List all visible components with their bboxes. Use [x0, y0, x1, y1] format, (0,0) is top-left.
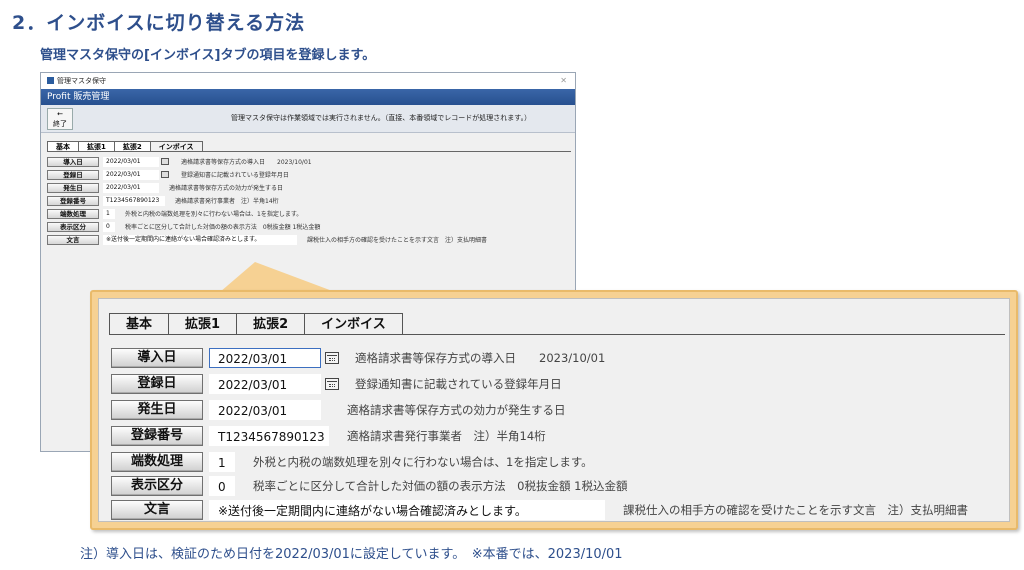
back-arrow-icon: ←	[57, 110, 63, 118]
display-type-input[interactable]: 0	[209, 476, 235, 496]
wording-description: 課税仕入の相手方の確認を受けたことを示す文言 注）支払明細書	[623, 503, 968, 517]
registration-number-button[interactable]: 登録番号	[111, 426, 203, 446]
mini-registration-number-button[interactable]: 登録番号	[47, 195, 99, 206]
registration-date-button[interactable]: 登録日	[111, 374, 203, 394]
mini-field-row-effective-date: 発生日 2022/03/01 適格請求書等保存方式の効力が発生する日	[47, 182, 283, 193]
footnote: 注）導入日は、検証のため日付を2022/03/01に設定しています。 ※本番では…	[80, 547, 623, 562]
mini-wording-button[interactable]: 文言	[47, 234, 99, 245]
field-row-display-type: 表示区分 0 税率ごとに区分して合計した対価の額の表示方法 0税抜金額 1税込金額	[111, 475, 627, 497]
tab-ext1[interactable]: 拡張1	[168, 313, 238, 335]
mini-rounding-button[interactable]: 端数処理	[47, 208, 99, 219]
zoom-callout: 基本 拡張1 拡張2 インボイス 導入日 2022/03/01 適格請求書等保存方式の導入…	[90, 290, 1018, 530]
mini-field-row-registration-date: 登録日 2022/03/01 登録通知書に記載されている登録年月日	[47, 169, 289, 180]
intro-date-input[interactable]: 2022/03/01	[209, 348, 321, 368]
mini-effective-date-input[interactable]: 2022/03/01	[103, 182, 159, 193]
mini-field-row-rounding: 端数処理 1 外税と内税の端数処理を別々に行わない場合は、1を指定します。	[47, 208, 302, 219]
rounding-input[interactable]: 1	[209, 452, 235, 472]
calendar-icon[interactable]	[325, 352, 339, 364]
close-icon[interactable]: ✕	[560, 73, 567, 89]
mini-registration-number-description: 適格請求書発行事業者 注）半角14桁	[175, 198, 279, 205]
invoice-tab-panel: 基本 拡張1 拡張2 インボイス 導入日 2022/03/01 適格請求書等保存方式の導入…	[98, 298, 1010, 522]
mini-registration-number-input[interactable]: T1234567890123	[103, 195, 165, 206]
mini-display-type-description: 税率ごとに区分して合計した対価の額の表示方法 0税抜金額 1税込金額	[125, 224, 321, 231]
wording-input[interactable]: ※送付後一定期間内に連絡がない場合確認済みとします。	[209, 500, 605, 520]
tab-bar: 基本 拡張1 拡張2 インボイス	[109, 313, 403, 335]
tab-basic[interactable]: 基本	[109, 313, 170, 335]
mini-intro-date-input[interactable]: 2022/03/01	[103, 156, 159, 167]
app-icon	[47, 77, 54, 84]
wording-button[interactable]: 文言	[111, 500, 203, 520]
mini-field-row-display-type: 表示区分 0 税率ごとに区分して合計した対価の額の表示方法 0税抜金額 1税込金額	[47, 221, 320, 232]
rounding-button[interactable]: 端数処理	[111, 452, 203, 472]
effective-date-button[interactable]: 発生日	[111, 400, 203, 420]
field-row-intro-date: 導入日 2022/03/01 適格請求書等保存方式の導入日 2023/10/01	[111, 347, 605, 369]
callout-pointer	[220, 262, 335, 292]
registration-number-input[interactable]: T1234567890123	[209, 426, 329, 446]
mini-field-row-intro-date: 導入日 2022/03/01 適格請求書等保存方式の導入日 2023/10/01	[47, 156, 312, 167]
tab-invoice[interactable]: インボイス	[304, 313, 403, 335]
effective-date-description: 適格請求書等保存方式の効力が発生する日	[347, 403, 566, 417]
mini-registration-date-description: 登録通知書に記載されている登録年月日	[181, 172, 289, 179]
mini-calendar-icon[interactable]	[161, 158, 169, 165]
display-type-button[interactable]: 表示区分	[111, 476, 203, 496]
display-type-description: 税率ごとに区分して合計した対価の額の表示方法 0税抜金額 1税込金額	[253, 479, 628, 493]
field-row-registration-number: 登録番号 T1234567890123 適格請求書発行事業者 注）半角14桁	[111, 425, 546, 447]
mini-calendar-icon[interactable]	[161, 171, 169, 178]
toolbar-message: 管理マスタ保守は作業領域では実行されません。（直接、本番領域でレコードが処理され…	[231, 114, 532, 122]
mini-effective-date-description: 適格請求書等保存方式の効力が発生する日	[169, 185, 284, 192]
registration-date-input[interactable]: 2022/03/01	[209, 374, 321, 394]
exit-button[interactable]: ← 終了	[47, 108, 73, 130]
rounding-description: 外税と内税の端数処理を別々に行わない場合は、1を指定します。	[253, 455, 593, 469]
calendar-icon[interactable]	[325, 378, 339, 390]
mini-registration-date-button[interactable]: 登録日	[47, 169, 99, 180]
tab-divider	[109, 334, 1005, 335]
mini-field-row-registration-number: 登録番号 T1234567890123 適格請求書発行事業者 注）半角14桁	[47, 195, 279, 206]
field-row-effective-date: 発生日 2022/03/01 適格請求書等保存方式の効力が発生する日	[111, 399, 566, 421]
mini-wording-input[interactable]: ※送付後一定期間内に連絡がない場合確認済みとします。	[103, 234, 297, 245]
intro-date-button[interactable]: 導入日	[111, 348, 203, 368]
registration-date-description: 登録通知書に記載されている登録年月日	[355, 377, 562, 391]
mini-registration-date-input[interactable]: 2022/03/01	[103, 169, 159, 180]
mini-intro-date-button[interactable]: 導入日	[47, 156, 99, 167]
exit-button-label: 終了	[53, 120, 67, 128]
mini-wording-description: 課税仕入の相手方の確認を受けたことを示す文言 注）支払明細書	[307, 237, 488, 244]
mini-intro-date-description: 適格請求書等保存方式の導入日 2023/10/01	[181, 159, 312, 166]
mini-field-row-wording: 文言 ※送付後一定期間内に連絡がない場合確認済みとします。 課税仕入の相手方の確認を…	[47, 234, 487, 245]
window-titlebar: 管理マスタ保守 ✕	[41, 73, 575, 89]
registration-number-description: 適格請求書発行事業者 注）半角14桁	[347, 429, 546, 443]
mini-effective-date-button[interactable]: 発生日	[47, 182, 99, 193]
effective-date-input[interactable]: 2022/03/01	[209, 400, 321, 420]
field-row-wording: 文言 ※送付後一定期間内に連絡がない場合確認済みとします。 課税仕入の相手方の確認を…	[111, 499, 968, 521]
mini-display-type-button[interactable]: 表示区分	[47, 221, 99, 232]
app-title-bar: Profit 販売管理	[41, 89, 575, 105]
field-row-rounding: 端数処理 1 外税と内税の端数処理を別々に行わない場合は、1を指定します。	[111, 451, 593, 473]
mini-display-type-input[interactable]: 0	[103, 221, 115, 232]
toolbar: ← 終了 管理マスタ保守は作業領域では実行されません。（直接、本番領域でレコード…	[41, 105, 575, 133]
mini-rounding-description: 外税と内税の端数処理を別々に行わない場合は、1を指定します。	[125, 211, 303, 218]
section-heading: 2．インボイスに切り替える方法	[12, 12, 306, 34]
intro-date-description: 適格請求書等保存方式の導入日 2023/10/01	[355, 351, 606, 365]
tab-ext2[interactable]: 拡張2	[236, 313, 306, 335]
field-row-registration-date: 登録日 2022/03/01 登録通知書に記載されている登録年月日	[111, 373, 562, 395]
section-subheading: 管理マスタ保守の[インボイス]タブの項目を登録します。	[40, 48, 376, 63]
window-title: 管理マスタ保守	[57, 77, 106, 85]
mini-rounding-input[interactable]: 1	[103, 208, 115, 219]
